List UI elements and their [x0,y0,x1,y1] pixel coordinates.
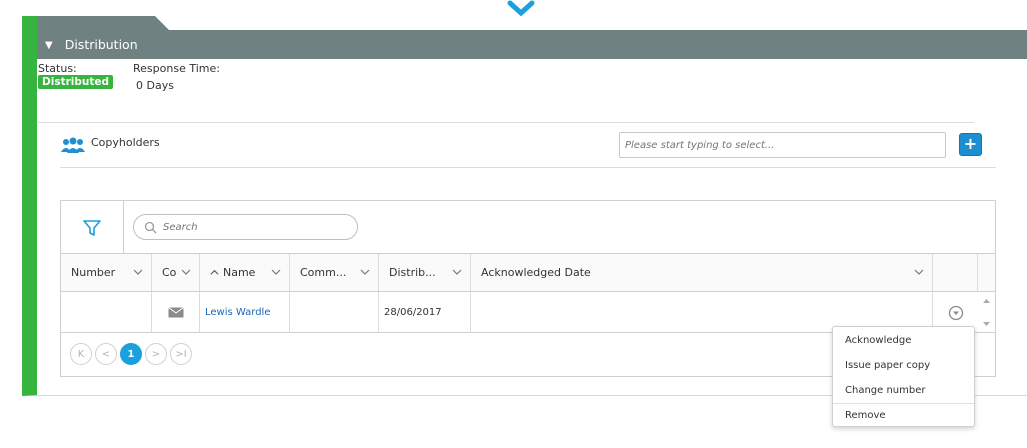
menu-item-issue-paper-copy[interactable]: Issue paper copy [845,360,930,371]
panel-tab-distribution[interactable]: ▼ Distribution [37,16,169,59]
menu-divider [833,403,974,404]
next-page-button[interactable]: > [145,343,167,365]
panel-title: Distribution [64,37,138,52]
chevron-down-icon[interactable] [133,267,143,277]
menu-item-remove[interactable]: Remove [845,410,886,421]
last-page-button[interactable]: >I [170,343,192,365]
filter-icon [83,219,101,236]
chevron-down-icon[interactable] [914,267,924,277]
row-actions-icon[interactable] [948,305,964,321]
page-1-button[interactable]: 1 [120,343,142,365]
column-header-actions [933,254,978,291]
cell-contact-method [152,292,200,333]
column-header-co[interactable]: Co [152,254,200,291]
grid-toolbar [61,201,995,254]
status-badge: Distributed [38,75,114,89]
cell-distributed-date: 28/06/2017 [379,292,471,333]
chevron-down-icon[interactable] [181,267,191,277]
copyholders-label: Copyholders [91,136,160,149]
chevron-down-icon[interactable] [360,267,370,277]
vertical-scrollbar[interactable] [978,292,995,333]
search-input[interactable] [163,221,343,233]
chevron-down-icon[interactable] [271,267,281,277]
first-page-button[interactable]: K [70,343,92,365]
menu-item-change-number[interactable]: Change number [845,385,926,396]
divider [38,122,974,123]
column-header-acknowledged-date[interactable]: Acknowledged Date [471,254,933,291]
previous-page-button[interactable]: < [95,343,117,365]
collapse-triangle-icon[interactable]: ▼ [45,40,53,51]
copyholder-select-input[interactable] [619,132,946,158]
response-time-label: Response Time: [133,62,220,75]
filter-button[interactable] [61,201,124,254]
search-icon [144,221,157,233]
row-actions-menu: Acknowledge Issue paper copy Change numb… [832,326,975,427]
cell-comments [290,292,379,333]
column-header-distributed[interactable]: Distrib... [379,254,471,291]
pagination: K < 1 > >I [70,343,192,367]
scroll-down-arrow-icon [983,322,990,326]
chevron-down-icon[interactable] [452,267,462,277]
search-box[interactable] [133,214,358,240]
sort-ascending-icon [210,269,219,275]
divider [60,167,996,168]
column-header-name[interactable]: Name [200,254,290,291]
panel-header-bar [37,30,1027,59]
column-header-number[interactable]: Number [61,254,152,291]
column-header-comments[interactable]: Comm... [290,254,379,291]
status-label: Status: [38,62,77,75]
menu-item-acknowledge[interactable]: Acknowledge [845,335,911,346]
copyholder-name-link[interactable]: Lewis Wardle [205,307,270,318]
cell-name: Lewis Wardle [200,292,290,333]
add-copyholder-button[interactable]: + [959,133,982,156]
scroll-up-arrow-icon [983,299,990,303]
envelope-icon [167,307,184,318]
grid-header-row: Number Co Name Comm... Distrib... Acknow… [61,254,995,292]
response-time-value: 0 Days [136,79,174,92]
cell-number [61,292,152,333]
users-group-icon [61,137,85,153]
